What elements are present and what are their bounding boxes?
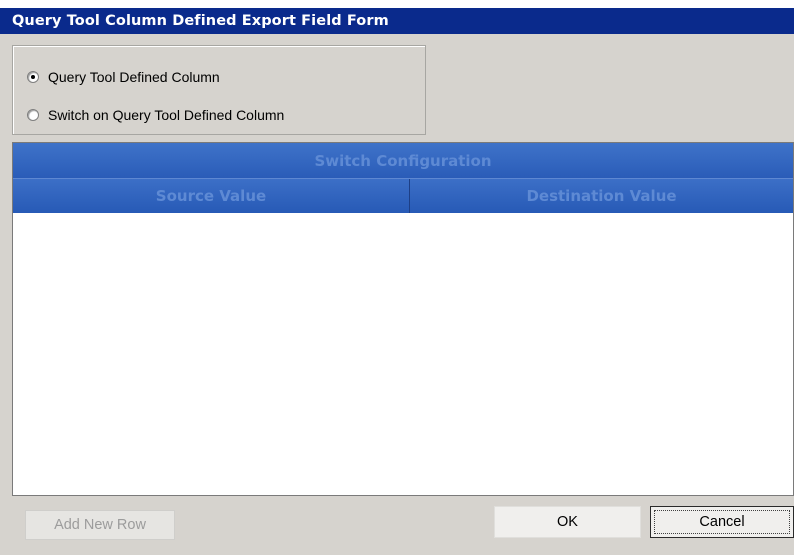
column-header-destination-value[interactable]: Destination Value [410,179,793,213]
column-type-option-group: Query Tool Defined Column Switch on Quer… [12,45,426,135]
top-margin [0,0,794,8]
radio-dot-icon [31,75,35,79]
radio-button-selected[interactable] [27,71,39,83]
grid-caption: Switch Configuration [13,143,793,179]
radio-button-unselected[interactable] [27,109,39,121]
grid-column-headers: Source Value Destination Value [13,179,793,213]
window-title: Query Tool Column Defined Export Field F… [0,8,794,34]
ok-button[interactable]: OK [494,506,641,538]
cancel-button[interactable]: Cancel [650,506,794,538]
switch-configuration-grid[interactable]: Switch Configuration Source Value Destin… [12,142,794,496]
radio-label: Query Tool Defined Column [48,69,220,85]
radio-option-query-tool-defined-column[interactable]: Query Tool Defined Column [27,66,220,88]
radio-label: Switch on Query Tool Defined Column [48,107,285,123]
column-header-source-value[interactable]: Source Value [13,179,410,213]
grid-body-empty[interactable] [13,213,793,495]
add-new-row-button[interactable]: Add New Row [25,510,175,540]
radio-option-switch-on-query-tool-defined-column[interactable]: Switch on Query Tool Defined Column [27,104,284,126]
cancel-button-label: Cancel [699,514,745,530]
